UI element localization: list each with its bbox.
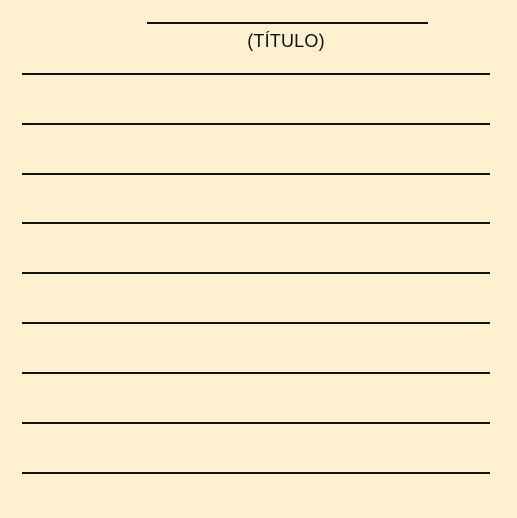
writing-line-3 bbox=[22, 173, 490, 175]
writing-sheet: (TÍTULO) bbox=[0, 0, 517, 518]
title-label: (TÍTULO) bbox=[247, 31, 325, 51]
writing-line-8 bbox=[22, 422, 490, 424]
writing-line-7 bbox=[22, 372, 490, 374]
writing-line-5 bbox=[22, 272, 490, 274]
writing-line-9 bbox=[22, 472, 490, 474]
writing-line-4 bbox=[22, 222, 490, 224]
writing-line-1 bbox=[22, 73, 490, 75]
title-blank-line bbox=[147, 22, 428, 24]
writing-line-6 bbox=[22, 322, 490, 324]
writing-line-2 bbox=[22, 123, 490, 125]
